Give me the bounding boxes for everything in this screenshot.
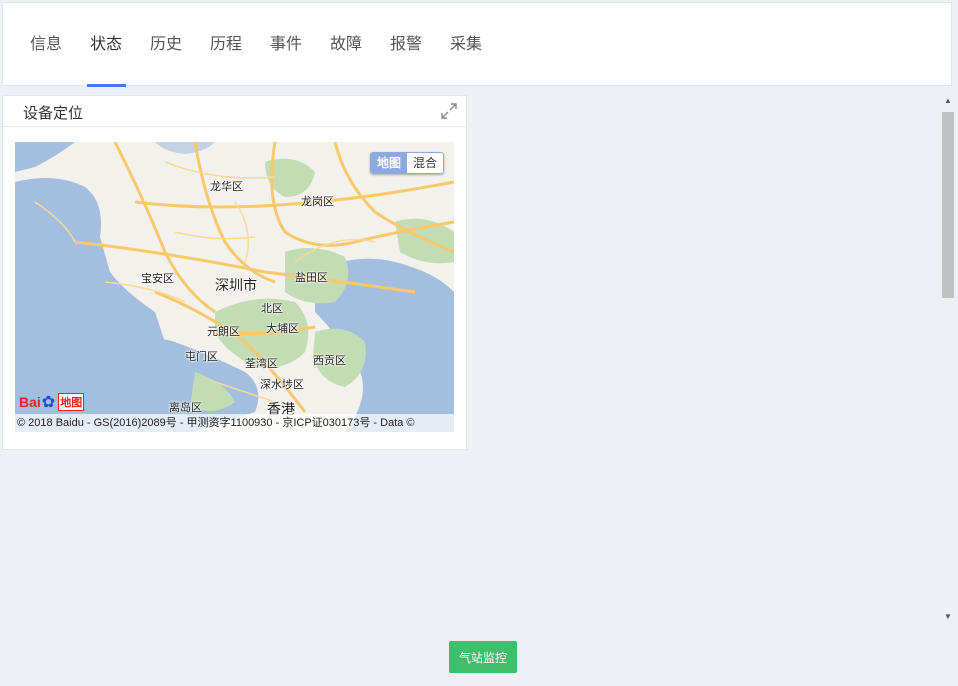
tab-bar: 信息 状态 历史 历程 事件 故障 报警 采集 xyxy=(2,2,952,87)
map-label-lidao: 离岛区 xyxy=(169,402,202,414)
map-label-yuanlang: 元朗区 xyxy=(207,326,240,338)
map-label-dabu: 大埔区 xyxy=(266,323,299,335)
tab-list: 信息 状态 历史 历程 事件 故障 报警 采集 xyxy=(16,3,496,87)
logo-badge: 地图 xyxy=(58,393,85,411)
tab-collect[interactable]: 采集 xyxy=(436,3,496,87)
map-label-quanwan: 荃湾区 xyxy=(245,358,278,370)
tab-events[interactable]: 事件 xyxy=(256,3,316,87)
map-label-tunmen: 屯门区 xyxy=(185,351,218,363)
paw-icon: ✿ xyxy=(41,394,56,411)
map-view[interactable]: 龙华区 龙岗区 宝安区 深圳市 盐田区 北区 元朗区 大埔区 屯门区 荃湾区 西… xyxy=(15,142,454,432)
map-label-longhua: 龙华区 xyxy=(210,181,243,193)
map-label-yantian: 盐田区 xyxy=(295,272,328,284)
tab-status[interactable]: 状态 xyxy=(76,3,136,87)
map-copyright: © 2018 Baidu - GS(2016)2089号 - 甲测资字11009… xyxy=(15,414,454,432)
map-label-baoan: 宝安区 xyxy=(141,273,174,285)
vertical-scrollbar[interactable]: ▲ ▼ xyxy=(940,96,956,626)
map-type-map-button[interactable]: 地图 xyxy=(370,153,407,173)
device-location-card: 设备定位 龙华区 龙岗区 宝安区 深圳市 盐田区 北区 元朗区 大埔区 屯门区 … xyxy=(2,95,467,450)
scroll-down-icon[interactable]: ▼ xyxy=(940,612,956,626)
logo-text: Bai xyxy=(19,394,41,410)
card-title: 设备定位 xyxy=(23,105,84,122)
gas-station-monitor-button[interactable]: 气站监控 xyxy=(449,641,517,673)
tab-history[interactable]: 历史 xyxy=(136,3,196,87)
expand-icon[interactable] xyxy=(440,102,458,120)
scroll-up-icon[interactable]: ▲ xyxy=(940,96,956,110)
tab-faults[interactable]: 故障 xyxy=(316,3,376,87)
map-label-shenshuibu: 深水埗区 xyxy=(260,379,304,391)
tab-info[interactable]: 信息 xyxy=(16,3,76,87)
map-label-north: 北区 xyxy=(261,303,283,315)
scroll-thumb[interactable] xyxy=(942,112,954,298)
map-label-shenzhen: 深圳市 xyxy=(215,277,257,293)
map-type-switch: 地图 混合 xyxy=(369,152,444,174)
baidu-logo[interactable]: Bai ✿ 地图 xyxy=(19,392,85,412)
tab-alarms[interactable]: 报警 xyxy=(376,3,436,87)
map-type-hybrid-button[interactable]: 混合 xyxy=(406,153,443,173)
map-label-xigong: 西贡区 xyxy=(313,355,346,367)
card-header: 设备定位 xyxy=(3,96,466,127)
tab-course[interactable]: 历程 xyxy=(196,3,256,87)
map-label-longgang: 龙岗区 xyxy=(301,196,334,208)
